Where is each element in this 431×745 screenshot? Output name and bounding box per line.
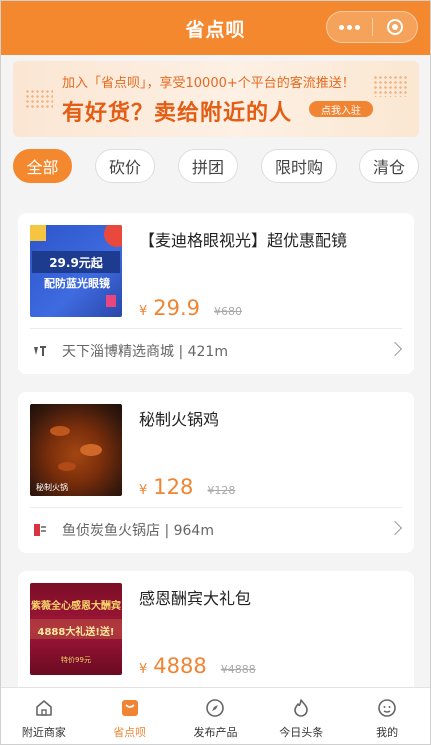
product-image: 29.9元起 配防蓝光眼镜 [30, 225, 122, 317]
tab-shengdianbei[interactable]: 省点呗 [87, 688, 173, 744]
tab-all[interactable]: 全部 [13, 149, 72, 183]
merchant-join-banner[interactable]: 加入「省点呗」，享受10000+个平台的客流推送！ 有好货？卖给附近的人 点我入… [13, 61, 419, 137]
bottom-tab-bar: 附近商家 省点呗 发布产品 今日头条 我的 [1, 687, 430, 744]
more-dots-icon [338, 24, 360, 30]
tab-clearance[interactable]: 清仓 [359, 149, 419, 183]
mini-program-capsule [326, 11, 418, 43]
product-image-text: 特价99元 [61, 656, 91, 664]
chevron-right-icon [387, 520, 403, 536]
tab-group-buy[interactable]: 拼团 [178, 149, 238, 183]
product-image-text: 4888大礼送!送! [37, 627, 115, 638]
price-row: ¥ 128 ¥128 [139, 475, 235, 499]
chevron-right-icon [387, 341, 403, 357]
tab-nearby-merchants[interactable]: 附近商家 [1, 688, 87, 744]
app-frame: 省点呗 加入「省点呗」，享受10000+个平台的客流推送！ 有好货？卖给附近的人… [0, 0, 431, 745]
tab-label: 发布产品 [193, 726, 238, 739]
tab-headlines[interactable]: 今日头条 [258, 688, 344, 744]
product-card[interactable]: 紫薇全心感恩大酬宾 4888大礼送!送! 特价99元 感恩酬宾大礼包 ¥ 488… [18, 571, 414, 701]
page-title: 省点呗 [185, 18, 246, 41]
product-title: 【麦迪格眼视光】超优惠配镜 [139, 231, 348, 250]
sale-price: 4888 [153, 654, 207, 678]
banner-headline: 有好货？卖给附近的人 [62, 101, 293, 126]
bag-icon [119, 697, 141, 719]
shop-name-distance: 鱼侦炭鱼火锅店 | 964m [62, 523, 214, 539]
tab-label: 附近商家 [21, 726, 66, 739]
product-title: 秘制火锅鸡 [139, 410, 220, 429]
product-image-text: 紫薇全心感恩大酬宾 [31, 601, 121, 612]
product-image-text: 秘制火锅 [36, 483, 68, 492]
top-nav-bar: 省点呗 [1, 1, 430, 55]
shop-logo-icon [30, 341, 50, 361]
sale-price: 29.9 [153, 296, 201, 320]
close-mini-program-button[interactable] [373, 12, 418, 42]
original-price: ¥128 [207, 484, 236, 497]
shop-link[interactable]: 鱼侦炭鱼火锅店 | 964m [30, 508, 403, 552]
currency-symbol: ¥ [139, 662, 148, 677]
more-menu-button[interactable] [327, 12, 372, 42]
tab-publish-product[interactable]: 发布产品 [173, 688, 259, 744]
filter-tabs: 全部 砍价 拼团 限时购 清仓 [13, 149, 430, 185]
tab-label: 今日头条 [279, 726, 324, 739]
join-button[interactable]: 点我入驻 [309, 101, 373, 117]
shop-logo-icon [30, 520, 50, 540]
dot-pattern-decoration [25, 89, 53, 109]
original-price: ¥680 [214, 305, 243, 318]
shop-link[interactable]: 天下淄博精选商城 | 421m [30, 329, 403, 373]
price-row: ¥ 29.9 ¥680 [139, 296, 242, 320]
currency-symbol: ¥ [139, 304, 148, 319]
tab-bargain[interactable]: 砍价 [95, 149, 155, 183]
currency-symbol: ¥ [139, 483, 148, 498]
sale-price: 128 [153, 475, 194, 499]
flame-icon [290, 697, 312, 719]
dot-pattern-decoration [373, 75, 407, 97]
tab-mine[interactable]: 我的 [344, 688, 430, 744]
price-row: ¥ 4888 ¥4888 [139, 654, 256, 678]
product-title: 感恩酬宾大礼包 [139, 589, 252, 608]
product-card[interactable]: 29.9元起 配防蓝光眼镜 【麦迪格眼视光】超优惠配镜 ¥ 29.9 ¥680 … [18, 213, 414, 374]
profile-icon [376, 697, 398, 719]
product-card[interactable]: 秘制火锅 秘制火锅鸡 ¥ 128 ¥128 鱼侦炭鱼火锅店 | 964m [18, 392, 414, 553]
target-icon [386, 19, 403, 35]
product-image-text: 29.9元起 [32, 251, 120, 273]
home-icon [33, 697, 55, 719]
tab-flash-sale[interactable]: 限时购 [261, 149, 337, 183]
product-image: 紫薇全心感恩大酬宾 4888大礼送!送! 特价99元 [30, 583, 122, 675]
product-image-text: 配防蓝光眼镜 [44, 277, 110, 290]
compass-icon [204, 697, 226, 719]
original-price: ¥4888 [220, 663, 256, 676]
product-image: 秘制火锅 [30, 404, 122, 496]
banner-subtitle: 加入「省点呗」，享受10000+个平台的客流推送！ [62, 76, 355, 91]
shop-name-distance: 天下淄博精选商城 | 421m [62, 344, 228, 360]
tab-label: 省点呗 [113, 726, 147, 739]
tab-label: 我的 [376, 726, 399, 739]
